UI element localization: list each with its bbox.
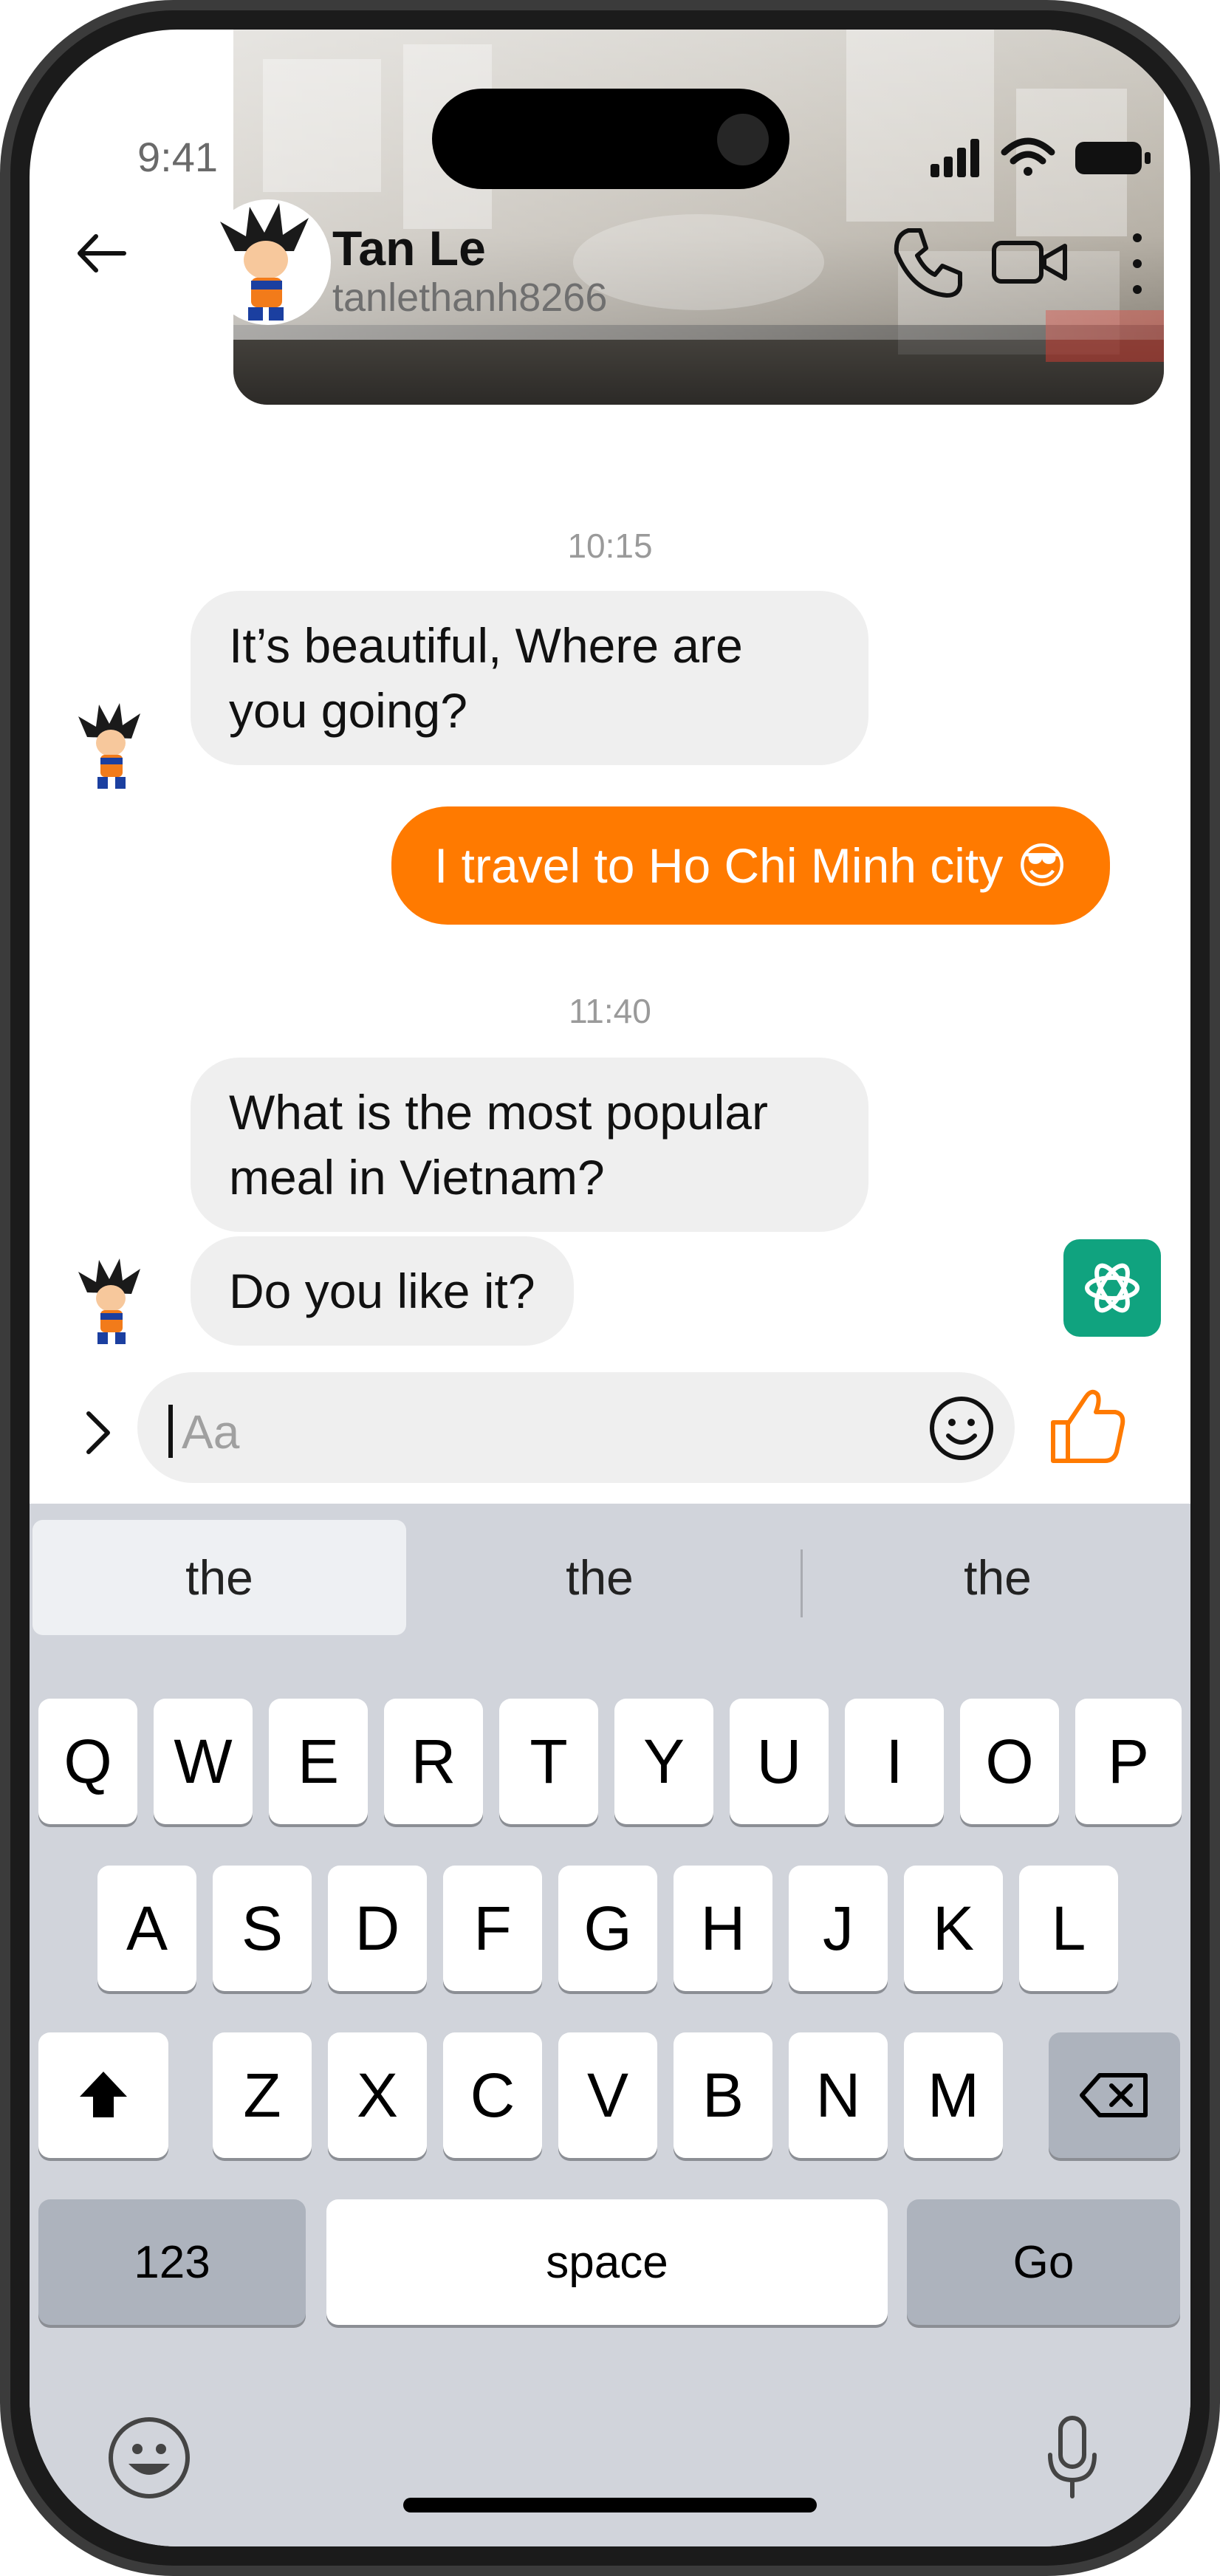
- camera-icon: [717, 114, 769, 165]
- incoming-message: Do you like it?: [191, 1236, 574, 1346]
- key-v[interactable]: V: [558, 2032, 657, 2158]
- space-key[interactable]: space: [326, 2199, 888, 2325]
- incoming-message: It’s beautiful, Where are you going?: [191, 591, 868, 765]
- timestamp: 10:15: [567, 527, 653, 565]
- dynamic-island: [432, 89, 789, 189]
- key-q[interactable]: Q: [38, 1699, 137, 1824]
- key-x[interactable]: X: [328, 2032, 427, 2158]
- status-icons: [931, 137, 1151, 177]
- key-j[interactable]: J: [789, 1866, 888, 1991]
- key-g[interactable]: G: [558, 1866, 657, 1991]
- text-cursor: [168, 1405, 173, 1458]
- timestamp: 11:40: [569, 992, 651, 1030]
- key-t[interactable]: T: [499, 1699, 598, 1824]
- suggestion-1[interactable]: the: [32, 1520, 406, 1635]
- chatgpt-icon: [1085, 1263, 1140, 1313]
- home-indicator: [403, 2498, 817, 2512]
- cellular-signal-icon: [931, 139, 979, 177]
- key-o[interactable]: O: [960, 1699, 1059, 1824]
- contact-username: tanlethanh8266: [332, 275, 608, 320]
- numbers-key[interactable]: 123: [38, 2199, 306, 2325]
- key-s[interactable]: S: [213, 1866, 312, 1991]
- suggestion-3[interactable]: the: [805, 1520, 1190, 1635]
- chevron-right-icon[interactable]: [75, 1403, 120, 1462]
- key-n[interactable]: N: [789, 2032, 888, 2158]
- key-h[interactable]: H: [674, 1866, 772, 1991]
- battery-icon: [1075, 142, 1151, 174]
- back-arrow-icon[interactable]: [72, 227, 131, 279]
- contact-avatar[interactable]: [205, 199, 331, 325]
- incoming-message: What is the most popular meal in Vietnam…: [191, 1058, 868, 1232]
- go-key[interactable]: Go: [907, 2199, 1180, 2325]
- smiley-icon[interactable]: [928, 1394, 995, 1462]
- phone-icon[interactable]: [886, 222, 967, 303]
- key-b[interactable]: B: [674, 2032, 772, 2158]
- key-a[interactable]: A: [97, 1866, 196, 1991]
- shift-arrow-icon: [80, 2072, 127, 2117]
- key-k[interactable]: K: [904, 1866, 1003, 1991]
- key-e[interactable]: E: [269, 1699, 368, 1824]
- header-banner-image: [233, 30, 1164, 405]
- sender-avatar: [78, 703, 140, 789]
- contact-name: Tan Le: [332, 221, 486, 275]
- key-y[interactable]: Y: [614, 1699, 713, 1824]
- key-m[interactable]: M: [904, 2032, 1003, 2158]
- message-input[interactable]: [137, 1372, 1015, 1483]
- microphone-icon[interactable]: [1043, 2414, 1102, 2502]
- wifi-icon: [1001, 137, 1055, 176]
- video-camera-icon[interactable]: [990, 233, 1071, 292]
- key-p[interactable]: P: [1075, 1699, 1182, 1824]
- backspace-icon: [1080, 2073, 1148, 2117]
- keyboard: the the the Q W E R T Y U I O P A S D F …: [30, 1504, 1190, 2546]
- delete-key[interactable]: [1049, 2032, 1180, 2158]
- key-z[interactable]: Z: [213, 2032, 312, 2158]
- key-c[interactable]: C: [443, 2032, 542, 2158]
- key-l[interactable]: L: [1019, 1866, 1118, 1991]
- key-u[interactable]: U: [730, 1699, 829, 1824]
- status-time: 9:41: [137, 134, 218, 180]
- key-i[interactable]: I: [845, 1699, 944, 1824]
- key-f[interactable]: F: [443, 1866, 542, 1991]
- emoji-keyboard-icon[interactable]: [106, 2415, 192, 2501]
- key-w[interactable]: W: [154, 1699, 253, 1824]
- outgoing-message: I travel to Ho Chi Minh city 😎: [391, 806, 1111, 925]
- chatgpt-button[interactable]: [1063, 1239, 1161, 1337]
- suggestion-divider: [801, 1549, 803, 1617]
- phone-screen: 9:41 Tan Le tanlethanh8266 10:15 It’s be…: [30, 30, 1190, 2546]
- sender-avatar: [78, 1258, 140, 1344]
- shift-key[interactable]: [38, 2032, 168, 2158]
- more-vertical-icon[interactable]: [1123, 223, 1152, 304]
- key-d[interactable]: D: [328, 1866, 427, 1991]
- thumbs-up-icon[interactable]: [1043, 1383, 1131, 1471]
- suggestion-2[interactable]: the: [406, 1520, 793, 1635]
- message-placeholder: Aa: [182, 1405, 240, 1459]
- key-r[interactable]: R: [384, 1699, 483, 1824]
